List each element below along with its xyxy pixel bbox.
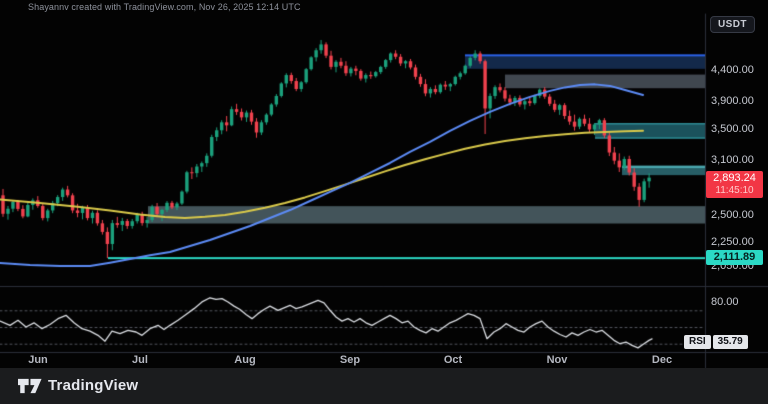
footer-bar: TradingView — [0, 368, 768, 404]
rsi-axis-tick: 80.00 — [711, 296, 739, 308]
rsi-value-labels[interactable]: RSI 35.79 — [684, 335, 748, 349]
quote-currency-badge[interactable]: USDT — [710, 16, 755, 33]
last-price-value: 2,893.24 — [706, 172, 763, 185]
price-chart-canvas[interactable] — [0, 0, 768, 404]
price-tick-label: 2,500.00 — [711, 209, 754, 221]
month-label-dec: Dec — [640, 354, 684, 366]
month-label-nov: Nov — [535, 354, 579, 366]
price-tick-label: 3,500.00 — [711, 123, 754, 135]
price-tick-label: 3,100.00 — [711, 154, 754, 166]
price-tick-label: 2,250.00 — [711, 236, 754, 248]
month-label-jul: Jul — [118, 354, 162, 366]
month-label-sep: Sep — [328, 354, 372, 366]
rsi-value-box: 35.79 — [713, 335, 748, 349]
month-label-oct: Oct — [431, 354, 475, 366]
chart-attribution: Shayannv created with TradingView.com, N… — [28, 2, 301, 12]
level-price-badge: 2,111.89 — [706, 250, 763, 265]
last-price-badge[interactable]: 2,893.24 11:45:10 — [706, 171, 763, 198]
candle-countdown: 11:45:10 — [706, 185, 763, 196]
price-tick-label: 4,400.00 — [711, 64, 754, 76]
month-label-jun: Jun — [16, 354, 60, 366]
rsi-name-box[interactable]: RSI — [684, 335, 711, 349]
tradingview-logo-icon[interactable] — [18, 375, 42, 397]
trading-chart-window: Shayannv created with TradingView.com, N… — [0, 0, 768, 404]
price-tick-label: 3,900.00 — [711, 95, 754, 107]
month-label-aug: Aug — [223, 354, 267, 366]
tradingview-brand-text[interactable]: TradingView — [48, 377, 138, 394]
